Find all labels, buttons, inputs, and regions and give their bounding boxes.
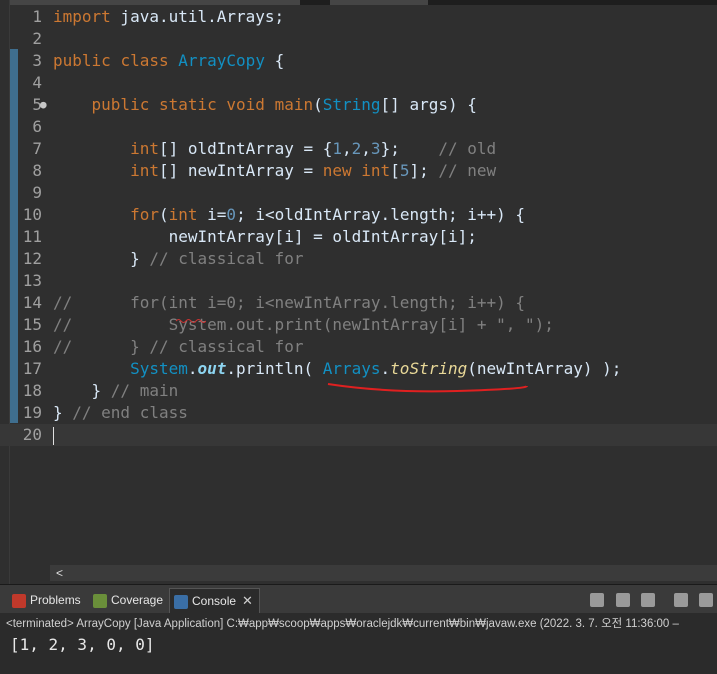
warning-squiggle [176,319,206,323]
code-text: newIntArray[i] = oldIntArray[i]; [53,227,477,246]
line-number: 3 [32,51,42,70]
line-number: 13 [22,271,42,290]
code-text: public static void main(String[] args) { [91,95,477,114]
remove-all-icon[interactable] [641,592,656,607]
line-number: 11 [22,227,42,246]
line-number: 10 [22,205,42,224]
terminate-icon[interactable] [590,592,605,607]
line-number: 4 [32,73,42,92]
horizontal-scrollbar[interactable]: < [50,565,717,581]
line-number: 1 [32,7,42,26]
show-console-icon[interactable] [699,592,713,607]
red-underline-annotation [327,383,528,393]
close-icon[interactable]: ✕ [242,593,253,608]
code-line[interactable]: 11 newIntArray[i] = oldIntArray[i]; [0,226,717,248]
line-number: 19 [22,403,42,422]
code-text: // for(int i=0; i<newIntArray.length; i+… [53,293,526,312]
code-text [53,424,54,446]
fold-collapse-icon[interactable]: ● [40,94,52,116]
code-line[interactable]: 15 // System.out.print(newIntArray[i] + "… [0,314,717,336]
code-editor[interactable]: 1 import java.util.Arrays; 2 3 public class … [0,0,717,584]
console-panel: Problems Coverage Console ✕ <terminated> … [0,584,717,674]
line-number: 9 [32,183,42,202]
problems-icon [12,593,26,608]
launch-status: <terminated> ArrayCopy [Java Application… [6,618,679,630]
line-number: 15 [22,315,42,334]
code-text: } // main [53,381,179,400]
line-number: 16 [22,337,42,356]
console-icon [174,594,188,609]
line-number: 8 [32,161,42,180]
code-line[interactable]: 8 int[] newIntArray = new int[5]; // new [0,160,717,182]
code-text: // System.out.print(newIntArray[i] + ", … [53,315,554,334]
line-number: 17 [22,359,42,378]
scroll-lock-icon[interactable] [673,592,688,607]
line-number: 20 [22,425,42,444]
tab-coverage[interactable]: Coverage [93,588,163,612]
line-number: 7 [32,139,42,158]
code-text: int[] oldIntArray = {1,2,3}; // old [130,139,497,158]
tab-console[interactable]: Console ✕ [169,588,260,613]
editor-tab-strip [0,0,717,5]
text-caret [53,426,54,445]
code-line[interactable]: 10 for(int i=0; i<oldIntArray.length; i+… [0,204,717,226]
code-line[interactable]: 14 // for(int i=0; i<newIntArray.length; … [0,292,717,314]
code-line[interactable]: 12 } // classical for [0,248,717,270]
line-number: 2 [32,29,42,48]
code-line[interactable]: 5 ● public static void main(String[] args… [0,94,717,116]
coverage-icon [93,593,107,608]
code-line[interactable]: 19 } // end class [0,402,717,424]
line-number: 14 [22,293,42,312]
code-line[interactable]: 20 [0,424,717,446]
code-text: // } // classical for [53,337,304,356]
scroll-left-icon[interactable]: < [50,566,63,580]
code-line[interactable]: 1 import java.util.Arrays; [0,6,717,28]
code-line[interactable]: 16 // } // classical for [0,336,717,358]
code-line[interactable]: 9 [0,182,717,204]
code-line[interactable]: 6 [0,116,717,138]
line-number: 6 [32,117,42,136]
code-text: import java.util.Arrays; [53,7,285,26]
line-number: 5 [32,95,42,114]
code-text: System.out.println( Arrays.toString(newI… [130,359,622,378]
code-text: public class ArrayCopy { [53,51,285,70]
console-toolbar [583,591,713,609]
code-text: } // end class [53,403,188,422]
code-line[interactable]: 2 [0,28,717,50]
tab-problems[interactable]: Problems [12,588,81,612]
code-text: for(int i=0; i<oldIntArray.length; i++) … [130,205,526,224]
line-number: 18 [22,381,42,400]
code-line[interactable]: 7 int[] oldIntArray = {1,2,3}; // old [0,138,717,160]
line-number: 12 [22,249,42,268]
code-line[interactable]: 3 public class ArrayCopy { [0,50,717,72]
code-text: int[] newIntArray = new int[5]; // new [130,161,497,180]
panel-tabs: Problems Coverage Console ✕ [0,585,717,613]
code-line[interactable]: 17 System.out.println( Arrays.toString(n… [0,358,717,380]
code-line[interactable]: 4 [0,72,717,94]
code-line[interactable]: 13 [0,270,717,292]
remove-launch-icon[interactable] [615,592,630,607]
code-text: } // classical for [53,249,304,268]
console-output: [1, 2, 3, 0, 0] [10,635,155,654]
